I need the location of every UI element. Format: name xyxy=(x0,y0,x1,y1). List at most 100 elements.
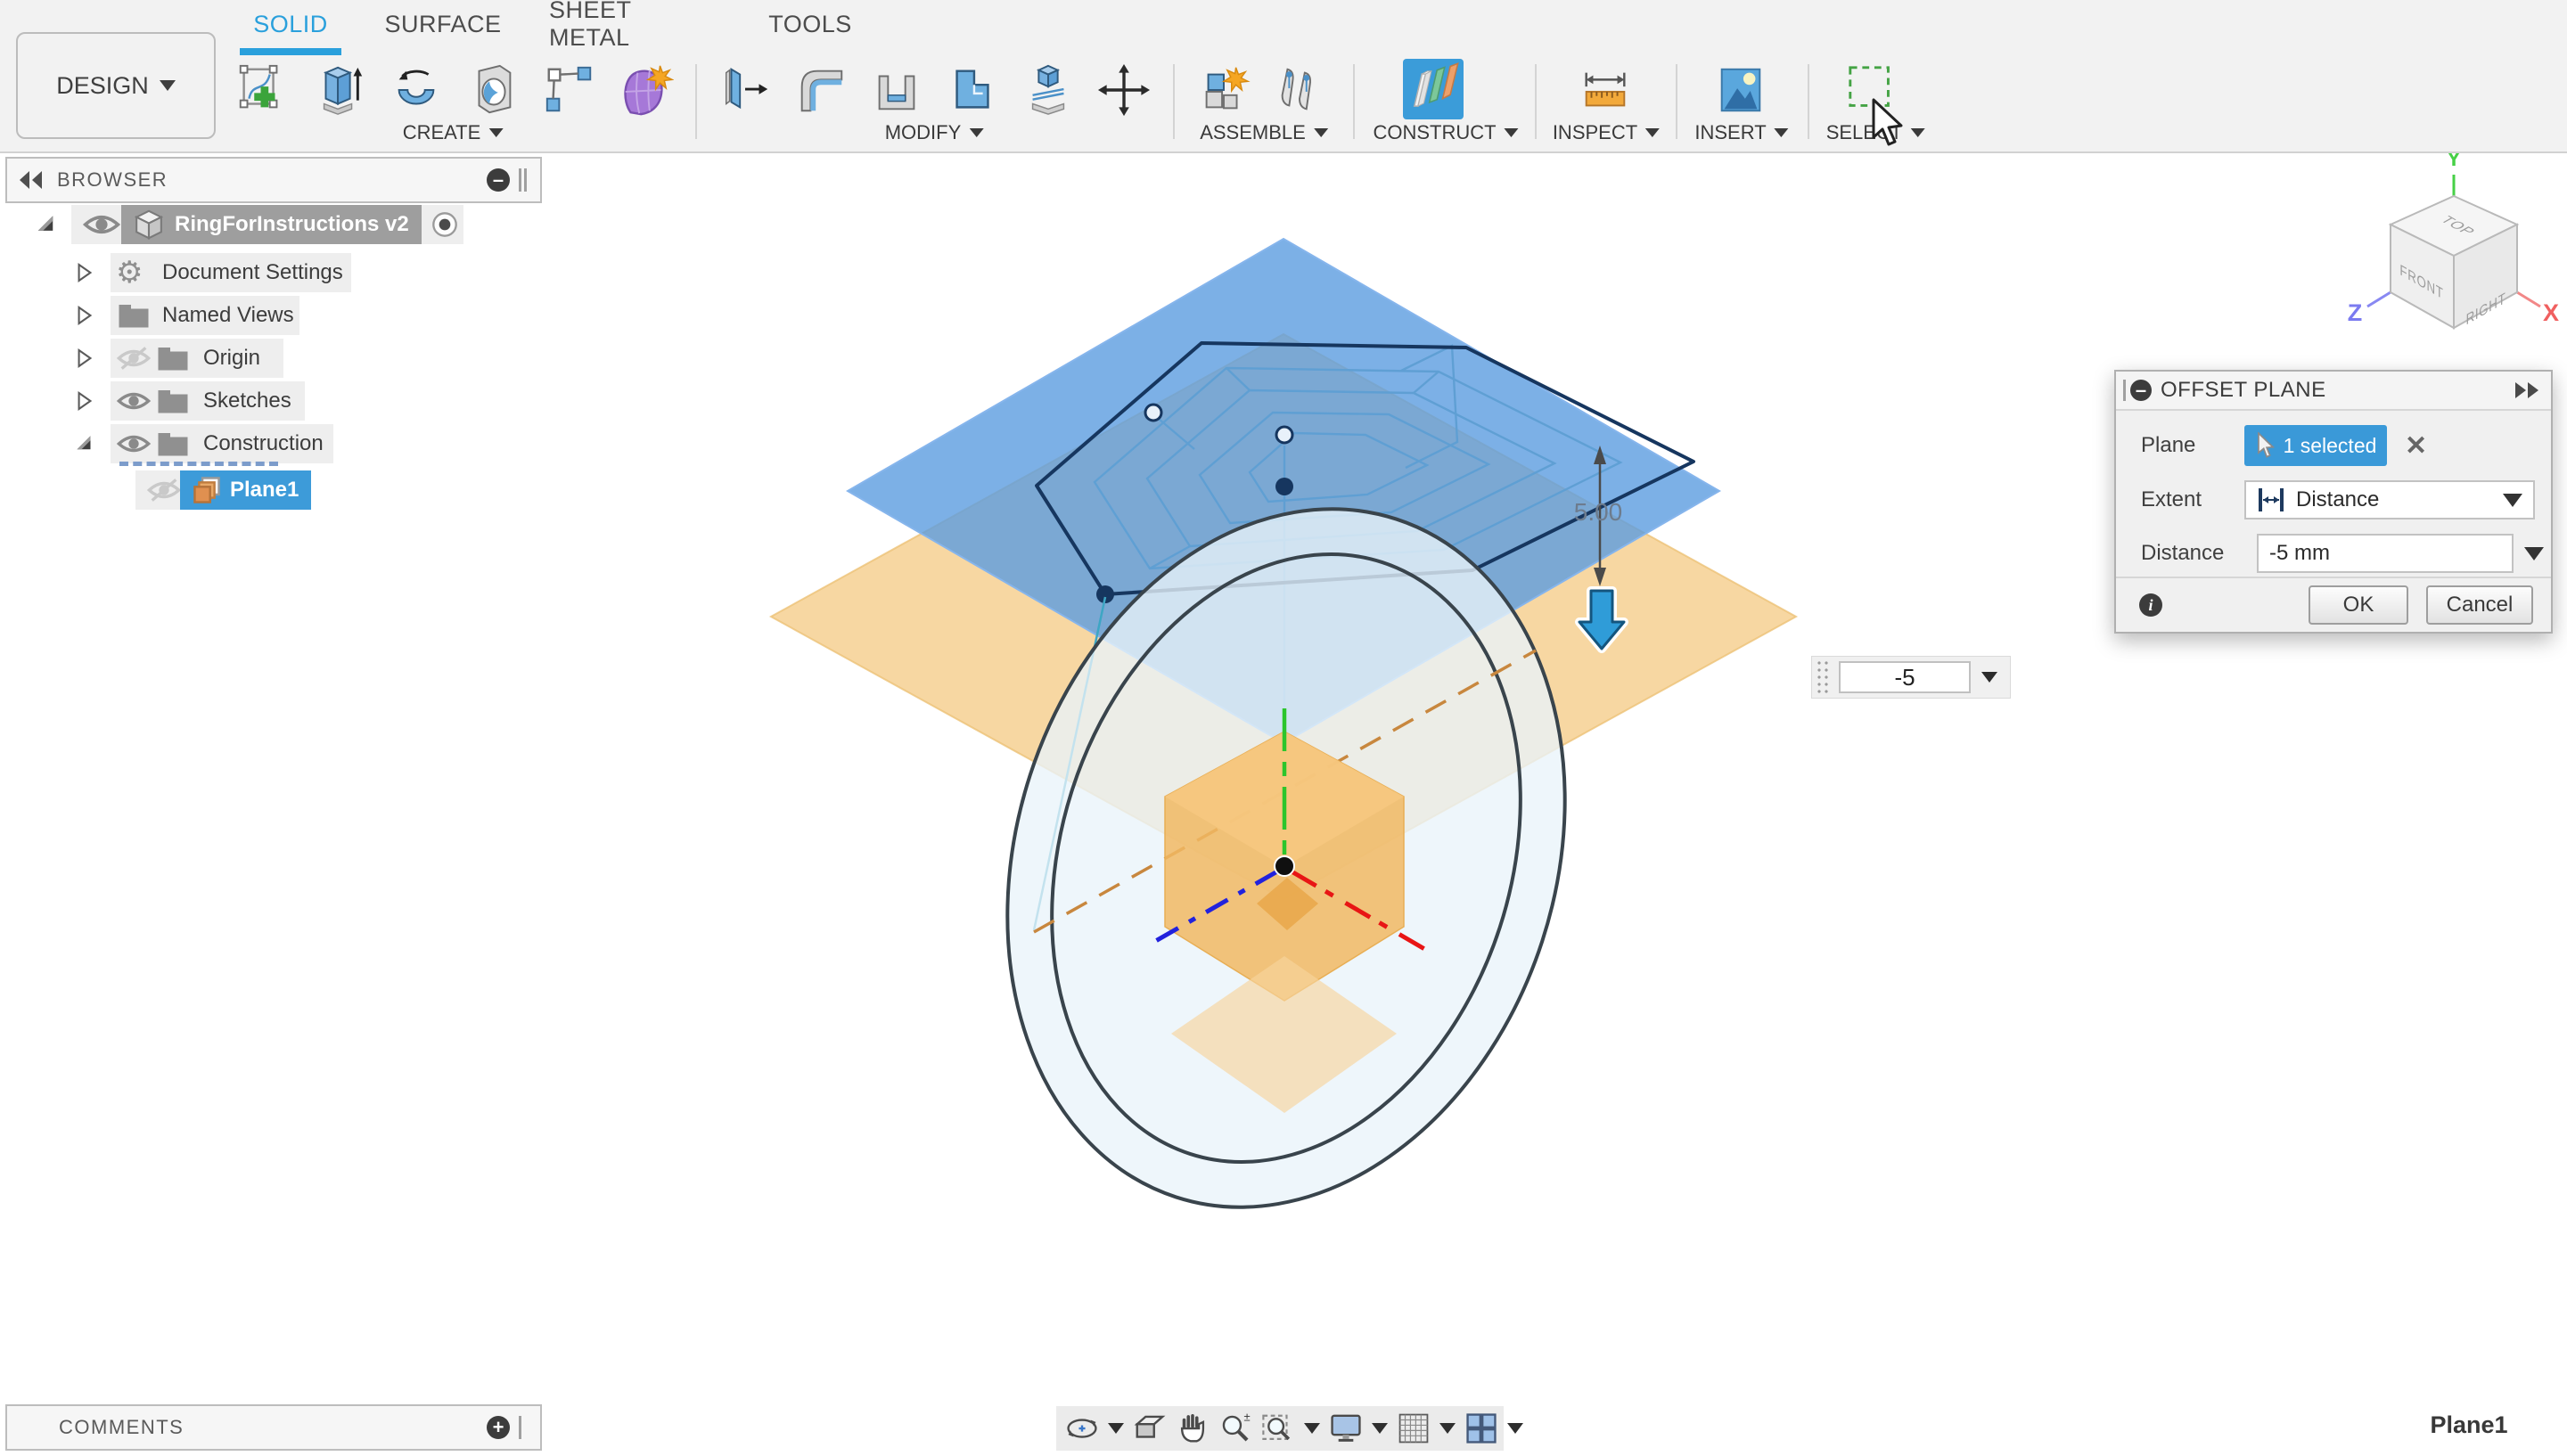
press-pull-button[interactable] xyxy=(718,62,773,118)
browser-row-root[interactable]: RingForInstructions v2 xyxy=(0,203,544,246)
orbit-icon[interactable] xyxy=(1065,1411,1099,1445)
collapse-panel-icon[interactable] xyxy=(18,169,45,191)
visibility-off-eye-icon[interactable] xyxy=(116,346,152,371)
browser-header[interactable]: BROWSER – xyxy=(5,157,542,203)
extent-label: Extent xyxy=(2141,487,2244,512)
distance-dropdown-icon[interactable] xyxy=(2524,547,2544,560)
visibility-eye-icon[interactable] xyxy=(116,389,152,413)
hole-button[interactable] xyxy=(465,62,521,118)
sun-icon xyxy=(1743,73,1756,86)
construct-group-label[interactable]: CONSTRUCT xyxy=(1373,118,1518,148)
create-sketch-button[interactable] xyxy=(234,62,289,118)
revolve-button[interactable] xyxy=(389,62,444,118)
dialog-collapse-icon[interactable]: – xyxy=(2130,380,2152,401)
expander-expanded-icon[interactable] xyxy=(36,215,55,234)
popup-drag-handle[interactable] xyxy=(1816,659,1830,695)
insert-group-label[interactable]: INSERT xyxy=(1694,118,1788,148)
grid-menu-icon[interactable] xyxy=(1439,1423,1456,1434)
selected-plane-highlight[interactable]: Plane1 xyxy=(180,470,311,510)
inspect-group-label[interactable]: INSPECT xyxy=(1553,118,1660,148)
sketch-point[interactable] xyxy=(1276,427,1292,443)
expander-collapsed-icon[interactable] xyxy=(77,390,93,412)
fillet-button[interactable] xyxy=(793,62,849,118)
pan-icon[interactable] xyxy=(1176,1411,1210,1445)
display-settings-icon[interactable] xyxy=(1329,1411,1363,1445)
orbit-menu-icon[interactable] xyxy=(1108,1423,1124,1434)
visibility-off-eye-icon[interactable] xyxy=(146,478,182,503)
view-cube[interactable]: TOP FRONT RIGHT Y Z X xyxy=(2348,147,2559,329)
browser-row-sketches[interactable]: Sketches xyxy=(0,380,544,422)
cancel-button[interactable]: Cancel xyxy=(2426,585,2533,625)
dialog-drag-handle[interactable] xyxy=(2123,380,2128,401)
shell-button[interactable] xyxy=(869,62,924,118)
browser-row-plane1[interactable]: Plane1 xyxy=(0,469,544,511)
create-form-button[interactable] xyxy=(619,62,674,118)
plane-label: Plane xyxy=(2141,433,2244,458)
info-icon[interactable]: i xyxy=(2139,593,2162,617)
tab-tools[interactable]: TOOLS xyxy=(763,4,857,45)
extent-dropdown[interactable]: Distance xyxy=(2244,480,2535,519)
panel-resize-handle[interactable] xyxy=(519,168,531,192)
tab-solid[interactable]: SOLID xyxy=(240,4,341,45)
ok-button[interactable]: OK xyxy=(2309,585,2408,625)
insert-canvas-button[interactable] xyxy=(1713,62,1768,118)
measure-button[interactable] xyxy=(1578,62,1633,118)
distance-input[interactable]: -5 mm xyxy=(2257,534,2514,573)
expander-expanded-icon[interactable] xyxy=(75,435,93,453)
add-comment-icon[interactable]: + xyxy=(487,1416,510,1439)
sketch-point[interactable] xyxy=(1145,405,1161,421)
design-menu-button[interactable]: DESIGN xyxy=(16,32,216,139)
expander-collapsed-icon[interactable] xyxy=(77,262,93,283)
grid-icon[interactable] xyxy=(1397,1411,1431,1445)
offset-value-input[interactable]: -5 xyxy=(1839,661,1971,693)
new-component-button[interactable] xyxy=(1196,62,1251,118)
chevron-down-icon[interactable] xyxy=(1981,672,1997,683)
collapse-all-icon[interactable]: – xyxy=(487,168,510,192)
browser-row-named-views[interactable]: Named Views xyxy=(0,294,544,337)
mouse-cursor xyxy=(1870,98,1906,148)
joint-button[interactable] xyxy=(1272,62,1327,118)
tab-surface[interactable]: SURFACE xyxy=(383,4,503,45)
activate-component-radio[interactable] xyxy=(431,211,458,238)
zoom-menu-icon[interactable] xyxy=(1304,1423,1320,1434)
zoom-icon[interactable]: ± xyxy=(1218,1411,1252,1445)
component-cube-icon xyxy=(134,209,164,241)
look-at-icon[interactable] xyxy=(1133,1411,1167,1445)
create-group-label[interactable]: CREATE xyxy=(403,118,504,148)
axis-x-label: X xyxy=(2543,299,2559,326)
distance-value: -5 mm xyxy=(2269,541,2330,566)
sketch-vertex[interactable] xyxy=(1275,478,1293,495)
origin-marker[interactable] xyxy=(1275,856,1294,876)
browser-row-origin[interactable]: Origin xyxy=(0,337,544,380)
combine-button[interactable] xyxy=(945,62,1000,118)
modify-group-label[interactable]: MODIFY xyxy=(885,118,984,148)
clear-selection-icon[interactable]: ✕ xyxy=(2405,430,2427,462)
comments-panel-header[interactable]: COMMENTS + xyxy=(5,1404,542,1451)
selected-root-highlight[interactable]: RingForInstructions v2 xyxy=(121,205,422,244)
dialog-header[interactable]: – OFFSET PLANE xyxy=(2116,372,2551,411)
comments-title: COMMENTS xyxy=(59,1416,184,1439)
extrude-button[interactable] xyxy=(312,62,367,118)
pin-panel-icon[interactable] xyxy=(2512,380,2542,400)
tab-sheet-metal[interactable]: SHEET METAL xyxy=(549,4,711,45)
move-button[interactable] xyxy=(1096,62,1152,118)
browser-row-construction[interactable]: Construction xyxy=(0,422,544,465)
star-icon xyxy=(1224,68,1248,91)
panel-resize-handle[interactable] xyxy=(519,1416,531,1439)
plane-selected-chip[interactable]: 1 selected xyxy=(2244,425,2387,466)
display-menu-icon[interactable] xyxy=(1372,1423,1388,1434)
viewports-menu-icon[interactable] xyxy=(1507,1423,1523,1434)
visibility-eye-icon[interactable] xyxy=(116,431,152,456)
browser-row-document-settings[interactable]: ⚙ Document Settings xyxy=(0,251,544,294)
assemble-group-label[interactable]: ASSEMBLE xyxy=(1200,118,1328,148)
offset-face-button[interactable] xyxy=(1021,62,1076,118)
pattern-button[interactable] xyxy=(542,62,597,118)
expander-collapsed-icon[interactable] xyxy=(77,305,93,326)
construct-plane-active-tool[interactable] xyxy=(1403,59,1464,119)
zoom-window-icon[interactable] xyxy=(1261,1411,1295,1445)
expander-collapsed-icon[interactable] xyxy=(77,348,93,369)
offset-plane-dialog: – OFFSET PLANE Plane 1 selected ✕ Extent… xyxy=(2114,370,2553,634)
visibility-eye-icon[interactable] xyxy=(82,211,121,238)
browser-title: BROWSER xyxy=(57,168,168,192)
viewports-icon[interactable] xyxy=(1464,1411,1498,1445)
